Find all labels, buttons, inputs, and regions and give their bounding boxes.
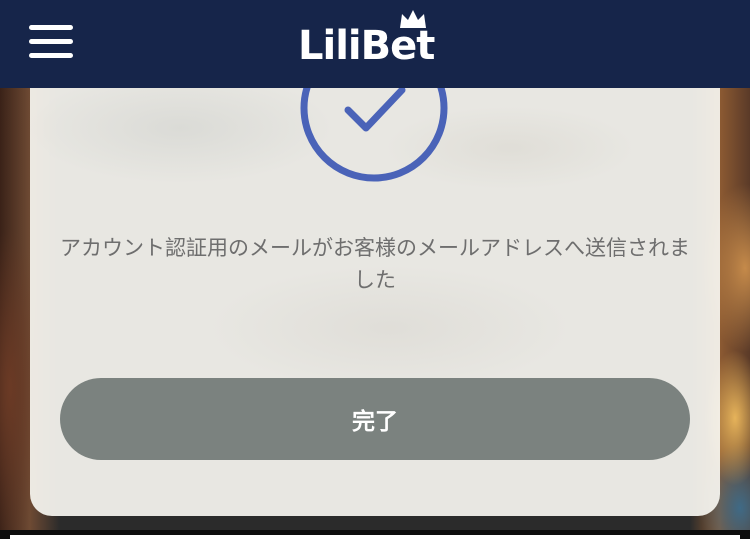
bottom-strip: [0, 530, 750, 539]
hamburger-menu-icon[interactable]: [26, 22, 76, 62]
menu-line: [29, 39, 73, 44]
top-header: LiliBet: [0, 0, 750, 88]
confirmation-message: アカウント認証用のメールがお客様のメールアドレスへ送信されました: [60, 236, 690, 292]
menu-line: [29, 25, 73, 30]
checkmark-circle-icon: [300, 88, 448, 182]
menu-line: [29, 53, 73, 58]
verification-modal: アカウント認証用のメールがお客様のメールアドレスへ送信されました 完了: [30, 88, 720, 516]
lilibet-logo[interactable]: LiliBet: [298, 8, 458, 70]
logo-text: LiliBet: [298, 23, 435, 69]
bottom-bar: [10, 535, 740, 539]
done-button[interactable]: 完了: [60, 378, 690, 460]
